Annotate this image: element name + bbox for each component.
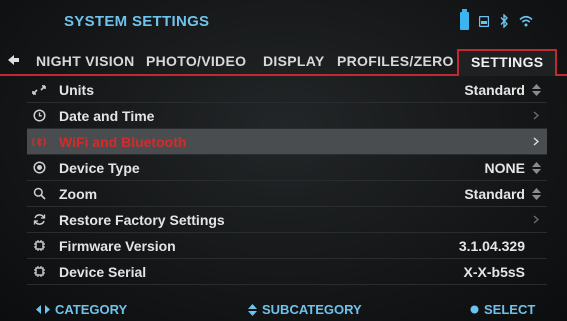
back-arrow-icon[interactable] <box>8 54 20 66</box>
tab-settings[interactable]: SETTINGS <box>457 49 558 76</box>
row-label: WiFi and Bluetooth <box>59 133 187 150</box>
row-label: Firmware Version <box>59 237 176 254</box>
row-label: Date and Time <box>59 107 155 124</box>
bluetooth-icon <box>500 14 508 28</box>
row-value: Standard <box>464 186 525 202</box>
row-label: Restore Factory Settings <box>59 211 225 228</box>
category-hint-label: CATEGORY <box>55 302 128 317</box>
clock-icon <box>31 108 47 124</box>
chip-icon <box>31 264 47 280</box>
row-value: 3.1.04.329 <box>458 238 525 254</box>
tab-night-vision[interactable]: NIGHT VISION <box>36 52 135 74</box>
subcategory-hint: SUBCATEGORY <box>248 302 362 317</box>
dot-icon <box>470 305 479 314</box>
row-value: X-X-b5sS <box>463 264 525 280</box>
row-value: Standard <box>464 82 525 98</box>
row-label: Device Type <box>59 159 140 176</box>
chevron-right-icon <box>533 111 539 120</box>
settings-row-units[interactable]: Units Standard <box>27 77 547 103</box>
tab-photo-video[interactable]: PHOTO/VIDEO <box>146 52 246 74</box>
row-label: Zoom <box>59 185 98 202</box>
left-right-arrows-icon <box>36 305 50 314</box>
footer-hints: CATEGORY SUBCATEGORY SELECT <box>0 298 567 321</box>
restore-icon <box>31 212 47 228</box>
select-hint-label: SELECT <box>484 302 536 317</box>
battery-icon <box>460 9 469 30</box>
status-icons <box>460 9 533 30</box>
up-down-icon <box>532 84 541 96</box>
wifi-icon <box>519 15 533 27</box>
settings-row-restore-factory[interactable]: Restore Factory Settings <box>27 207 547 233</box>
units-icon <box>31 82 47 98</box>
chip-icon <box>31 238 47 254</box>
settings-row-firmware-version: Firmware Version 3.1.04.329 <box>27 233 547 259</box>
wifi-bluetooth-icon <box>31 134 47 150</box>
settings-row-device-type[interactable]: Device Type NONE <box>27 155 547 181</box>
row-label: Device Serial <box>59 263 147 280</box>
header: SYSTEM SETTINGS <box>0 0 567 44</box>
category-hint: CATEGORY <box>36 302 127 317</box>
settings-row-device-serial: Device Serial X-X-b5sS <box>27 259 547 285</box>
settings-row-zoom[interactable]: Zoom Standard <box>27 181 547 207</box>
subcategory-hint-label: SUBCATEGORY <box>262 302 362 317</box>
tab-display[interactable]: DISPLAY <box>263 52 325 74</box>
device-icon <box>31 160 47 176</box>
select-hint: SELECT <box>470 302 535 317</box>
up-down-icon <box>532 162 541 174</box>
tab-profiles-zero[interactable]: PROFILES/ZERO <box>337 52 454 74</box>
up-down-arrows-icon <box>248 303 257 316</box>
zoom-icon <box>31 186 47 202</box>
device-screen: SYSTEM SETTINGS NIGHT VISION PHOTO/VIDEO… <box>0 0 567 321</box>
up-down-icon <box>532 188 541 200</box>
chevron-right-icon <box>533 215 539 224</box>
chevron-right-icon <box>533 137 539 146</box>
category-tab-bar: NIGHT VISION PHOTO/VIDEO DISPLAY PROFILE… <box>0 48 567 76</box>
settings-list: Units Standard Date and Time WiFi and Bl… <box>27 77 547 285</box>
row-label: Units <box>59 81 94 98</box>
page-title: SYSTEM SETTINGS <box>64 13 210 30</box>
row-value: NONE <box>484 160 525 176</box>
settings-row-wifi-bluetooth[interactable]: WiFi and Bluetooth <box>27 129 547 155</box>
sd-card-icon <box>479 15 489 27</box>
settings-row-date-time[interactable]: Date and Time <box>27 103 547 129</box>
